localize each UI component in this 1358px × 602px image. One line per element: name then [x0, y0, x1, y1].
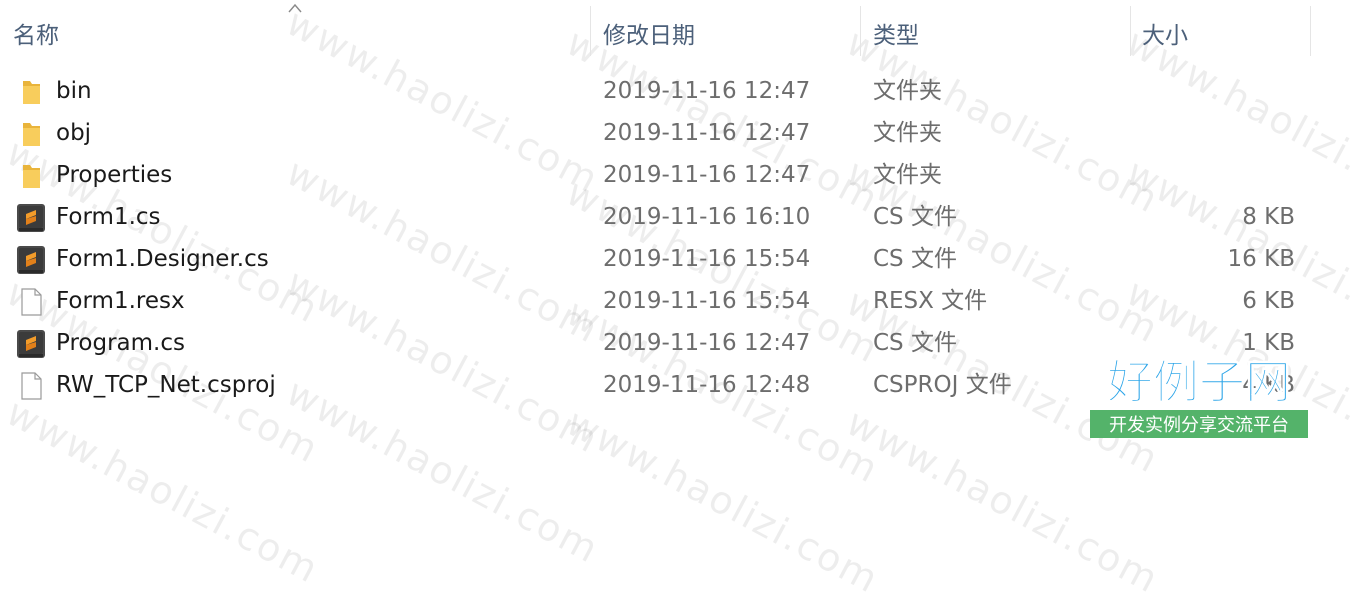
file-type: 文件夹: [873, 162, 942, 188]
file-date-modified: 2019-11-16 12:48: [603, 372, 811, 398]
sublime-file-icon: [16, 329, 46, 359]
column-header-size[interactable]: 大小: [1131, 0, 1310, 62]
sublime-file-icon: [16, 203, 46, 233]
file-date-modified: 2019-11-16 12:47: [603, 162, 811, 188]
file-type: CS 文件: [873, 330, 957, 356]
watermark-text: www.haolizi.com: [0, 390, 327, 592]
file-row[interactable]: bin 2019-11-16 12:47 文件夹: [0, 70, 1310, 112]
file-name: Program.cs: [56, 330, 185, 356]
column-header-bar: 名称 修改日期 类型 大小: [0, 0, 1358, 62]
file-date-modified: 2019-11-16 12:47: [603, 120, 811, 146]
file-name: Properties: [56, 162, 173, 188]
folder-icon: [16, 77, 46, 107]
file-name: Form1.Designer.cs: [56, 246, 269, 272]
file-explorer-details-view: www.haolizi.com www.haolizi.com www.haoliz…: [0, 0, 1358, 602]
column-divider[interactable]: [1310, 6, 1311, 56]
blank-file-icon: [16, 287, 46, 317]
file-row[interactable]: Form1.cs 2019-11-16 16:10 CS 文件 8 KB: [0, 196, 1310, 238]
file-type: RESX 文件: [873, 288, 988, 314]
file-date-modified: 2019-11-16 16:10: [603, 204, 811, 230]
column-header-date-label: 修改日期: [603, 23, 695, 49]
file-row[interactable]: Form1.Designer.cs 2019-11-16 15:54 CS 文件 16…: [0, 238, 1310, 280]
file-date-modified: 2019-11-16 12:47: [603, 78, 811, 104]
file-date-modified: 2019-11-16 15:54: [603, 288, 811, 314]
folder-icon: [16, 161, 46, 191]
svg-text:开发实例分享交流平台: 开发实例分享交流平台: [1109, 415, 1289, 436]
file-type: CS 文件: [873, 246, 957, 272]
folder-icon: [16, 119, 46, 149]
file-name: bin: [56, 78, 92, 104]
file-size: 8 KB: [1242, 204, 1295, 230]
file-name: Form1.resx: [56, 288, 185, 314]
file-row[interactable]: obj 2019-11-16 12:47 文件夹: [0, 112, 1310, 154]
svg-text:好例子网: 好例子网: [1106, 355, 1291, 409]
file-name: obj: [56, 120, 92, 146]
file-type: CSPROJ 文件: [873, 372, 1012, 398]
haolizi-logo: 好例子网 开发实例分享交流平台: [1090, 355, 1308, 438]
file-size: 6 KB: [1242, 288, 1295, 314]
file-type: CS 文件: [873, 204, 957, 230]
file-type: 文件夹: [873, 120, 942, 146]
file-row[interactable]: Properties 2019-11-16 12:47 文件夹: [0, 154, 1310, 196]
file-size: 16 KB: [1227, 246, 1295, 272]
column-header-size-label: 大小: [1142, 23, 1188, 49]
file-date-modified: 2019-11-16 12:47: [603, 330, 811, 356]
column-header-name-label: 名称: [13, 23, 59, 49]
blank-file-icon: [16, 371, 46, 401]
file-name: RW_TCP_Net.csproj: [56, 372, 276, 398]
sublime-file-icon: [16, 245, 46, 275]
file-name: Form1.cs: [56, 204, 161, 230]
file-date-modified: 2019-11-16 15:54: [603, 246, 811, 272]
file-type: 文件夹: [873, 78, 942, 104]
watermark-text: www.haolizi.com: [559, 400, 887, 602]
column-header-type-label: 类型: [873, 23, 919, 49]
column-header-date-modified[interactable]: 修改日期: [591, 0, 861, 62]
file-row[interactable]: Form1.resx 2019-11-16 15:54 RESX 文件 6 KB: [0, 280, 1310, 322]
column-header-name[interactable]: 名称: [0, 0, 590, 62]
sort-ascending-icon: [288, 3, 302, 13]
column-header-type[interactable]: 类型: [861, 0, 1131, 62]
